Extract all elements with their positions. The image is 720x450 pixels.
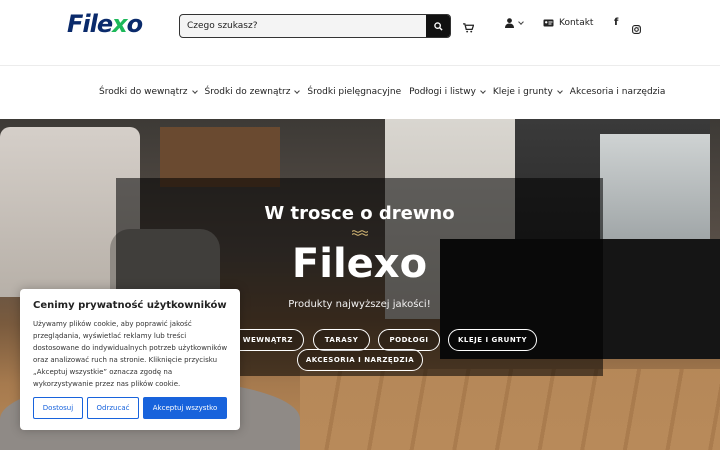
nav-item-outdoor[interactable]: Środki do zewnątrz	[204, 87, 301, 97]
hero-subtitle: W trosce o drewno	[264, 203, 455, 224]
hero-title: Filexo	[291, 241, 428, 287]
main-navigation: Środki do wewnątrz Środki do zewnątrz Śr…	[0, 67, 720, 119]
search-input[interactable]	[180, 15, 428, 37]
chevron-down-icon	[556, 87, 563, 94]
facebook-link[interactable]: f	[614, 17, 618, 28]
nav-item-indoor[interactable]: Środki do wewnątrz	[99, 87, 198, 97]
logo-text-suffix: o	[126, 10, 143, 38]
hero-button-accessories[interactable]: AKCESORIA I NARZĘDZIA	[297, 349, 423, 371]
hero-button-glues[interactable]: KLEJE I GRUNTY	[448, 329, 537, 351]
hero-background-window	[600, 134, 710, 254]
nav-item-label: Środki do zewnątrz	[204, 87, 291, 97]
nav-item-glues[interactable]: Kleje i grunty	[492, 87, 563, 97]
nav-item-label: Podłogi i listwy	[409, 87, 476, 97]
nav-item-label: Środki do wewnątrz	[99, 87, 188, 97]
accept-all-button[interactable]: Akceptuj wszystko	[143, 397, 227, 419]
cart-button[interactable]	[463, 18, 475, 37]
instagram-icon	[632, 25, 641, 34]
logo-text-prefix: File	[67, 10, 113, 38]
hero-background-floor	[300, 369, 720, 450]
nav-item-label: Kleje i grunty	[492, 87, 553, 97]
chevron-down-icon	[518, 18, 524, 25]
facebook-icon: f	[614, 17, 619, 28]
cookie-title: Cenimy prywatność użytkowników	[33, 300, 227, 311]
nav-item-care[interactable]: Środki pielęgnacyjne	[307, 87, 401, 97]
hero-button-floors[interactable]: PODŁOGI	[378, 329, 440, 351]
nav-item-label: Środki pielęgnacyjne	[307, 87, 402, 97]
nav-list: Środki do wewnątrz Środki do zewnątrz Śr…	[99, 87, 665, 97]
chevron-down-icon	[191, 87, 198, 94]
account-menu-button[interactable]	[505, 18, 524, 28]
nav-item-floors[interactable]: Podłogi i listwy	[409, 87, 486, 97]
site-logo[interactable]: Filexo	[67, 10, 143, 38]
search-bar	[179, 14, 451, 38]
chevron-down-icon	[294, 87, 301, 94]
contact-card-icon	[543, 19, 554, 27]
cookie-consent-banner: Cenimy prywatność użytkowników Używamy p…	[20, 289, 240, 430]
search-icon	[433, 21, 443, 31]
site-header: Filexo Kontakt f	[0, 0, 720, 66]
cookie-text: Używamy plików cookie, aby poprawić jako…	[33, 320, 228, 388]
search-button[interactable]	[426, 15, 450, 37]
hero-button-terraces[interactable]: TARASY	[313, 329, 370, 351]
user-icon	[505, 18, 514, 28]
wave-ornament-icon	[352, 230, 368, 236]
cart-icon	[463, 23, 475, 33]
contact-link[interactable]: Kontakt	[543, 18, 593, 28]
contact-label: Kontakt	[559, 18, 594, 28]
nav-item-accessories[interactable]: Akcesoria i narzędzia	[570, 87, 666, 97]
logo-text-x: x	[112, 10, 128, 38]
reject-button[interactable]: Odrzucać	[87, 397, 139, 419]
chevron-down-icon	[480, 87, 486, 94]
nav-item-label: Akcesoria i narzędzia	[569, 87, 666, 97]
instagram-link[interactable]	[632, 19, 641, 38]
customize-button[interactable]: Dostosuj	[33, 397, 83, 419]
